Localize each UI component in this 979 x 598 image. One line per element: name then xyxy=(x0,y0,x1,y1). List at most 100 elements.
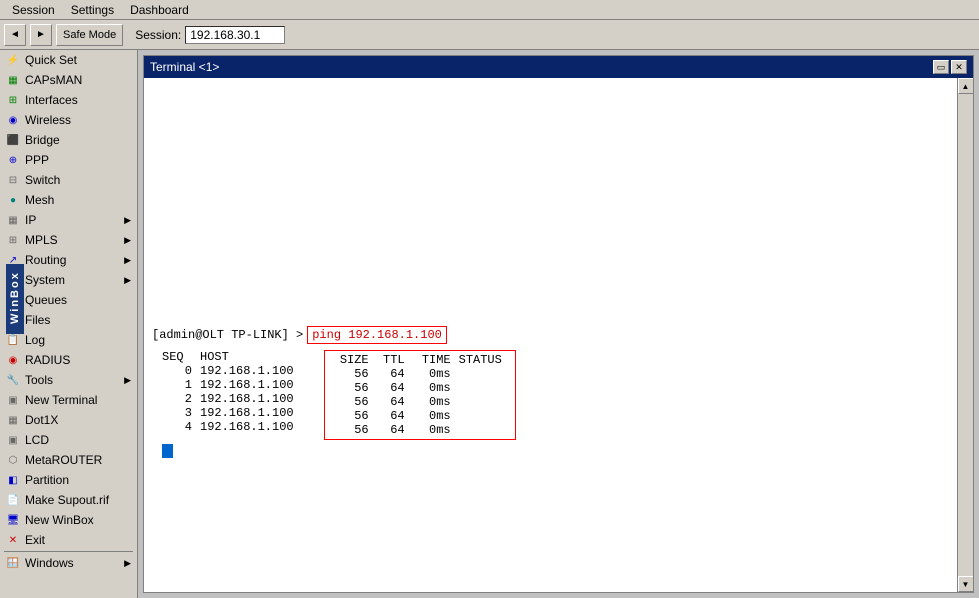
main-layout: ⚡ Quick Set ▦ CAPsMAN ⊞ Interfaces ◉ Wir… xyxy=(0,50,979,598)
time-4: 0ms xyxy=(413,423,451,437)
sidebar-label-mesh: Mesh xyxy=(25,193,54,207)
menu-settings[interactable]: Settings xyxy=(63,1,122,19)
sidebar-separator xyxy=(4,551,133,552)
sidebar-label-exit: Exit xyxy=(25,533,45,547)
time-0: 0ms xyxy=(413,367,451,381)
scroll-up-button[interactable]: ▲ xyxy=(958,78,974,94)
log-icon: 📋 xyxy=(6,333,20,347)
sidebar-item-partition[interactable]: ◧ Partition xyxy=(0,470,137,490)
command-box: ping 192.168.1.100 xyxy=(307,326,447,344)
col-header-time: TIME xyxy=(413,353,451,367)
sidebar-item-ppp[interactable]: ⊕ PPP xyxy=(0,150,137,170)
sidebar-item-radius[interactable]: ◉ RADIUS xyxy=(0,350,137,370)
content-area: Terminal <1> ▭ ✕ [admin@OLT TP-LINK] > p… xyxy=(138,50,979,598)
time-3: 0ms xyxy=(413,409,451,423)
sidebar-label-files: Files xyxy=(25,313,50,327)
scroll-down-button[interactable]: ▼ xyxy=(958,576,974,592)
terminal-restore-button[interactable]: ▭ xyxy=(933,60,949,74)
sidebar-label-make-supout: Make Supout.rif xyxy=(25,493,109,507)
sidebar-label-queues: Queues xyxy=(25,293,67,307)
stats-header: SIZE TTL TIME STATUS xyxy=(331,353,509,367)
status-2 xyxy=(459,395,509,409)
stats-row-1: 56 64 0ms xyxy=(331,381,509,395)
sidebar-item-new-terminal[interactable]: ▣ New Terminal xyxy=(0,390,137,410)
ping-results: SEQ HOST 0 192.168.1.100 1 192.168.1.100 xyxy=(162,350,949,440)
cursor xyxy=(162,444,173,458)
stats-row-2: 56 64 0ms xyxy=(331,395,509,409)
col-header-size: SIZE xyxy=(331,353,369,367)
mpls-icon: ⊞ xyxy=(6,233,20,247)
sidebar-item-switch[interactable]: ⊟ Switch xyxy=(0,170,137,190)
stats-row-3: 56 64 0ms xyxy=(331,409,509,423)
bridge-icon: ⬛ xyxy=(6,133,20,147)
ppp-icon: ⊕ xyxy=(6,153,20,167)
new-terminal-icon: ▣ xyxy=(6,393,20,407)
terminal-close-button[interactable]: ✕ xyxy=(951,60,967,74)
safe-mode-button[interactable]: Safe Mode xyxy=(56,24,123,46)
menu-session[interactable]: Session xyxy=(4,1,63,19)
terminal-content[interactable]: [admin@OLT TP-LINK] > ping 192.168.1.100… xyxy=(144,78,957,592)
exit-icon: ✕ xyxy=(6,533,20,547)
sidebar-label-system: System xyxy=(25,273,65,287)
status-3 xyxy=(459,409,509,423)
sidebar-item-make-supout[interactable]: 📄 Make Supout.rif xyxy=(0,490,137,510)
sidebar-item-dot1x[interactable]: ▦ Dot1X xyxy=(0,410,137,430)
scrollbar-track[interactable] xyxy=(958,94,973,576)
sidebar-item-exit[interactable]: ✕ Exit xyxy=(0,530,137,550)
seq-2: 2 xyxy=(162,392,192,406)
stats-row-4: 56 64 0ms xyxy=(331,423,509,437)
menu-dashboard[interactable]: Dashboard xyxy=(122,1,197,19)
ping-row-2: 2 192.168.1.100 xyxy=(162,392,294,406)
windows-arrow-icon: ▶ xyxy=(124,558,131,569)
ping-row-3: 3 192.168.1.100 xyxy=(162,406,294,420)
host-1: 192.168.1.100 xyxy=(200,378,294,392)
ttl-1: 64 xyxy=(377,381,405,395)
sidebar-item-ip[interactable]: ▦ IP ▶ xyxy=(0,210,137,230)
sidebar-item-lcd[interactable]: ▣ LCD xyxy=(0,430,137,450)
status-0 xyxy=(459,367,509,381)
terminal-body: [admin@OLT TP-LINK] > ping 192.168.1.100… xyxy=(144,78,973,592)
menu-bar: Session Settings Dashboard xyxy=(0,0,979,20)
sidebar-item-capsman[interactable]: ▦ CAPsMAN xyxy=(0,70,137,90)
sidebar-item-mpls[interactable]: ⊞ MPLS ▶ xyxy=(0,230,137,250)
ping-stats-table: SIZE TTL TIME STATUS 56 64 0ms xyxy=(324,350,516,440)
sidebar-label-capsman: CAPsMAN xyxy=(25,73,82,87)
time-1: 0ms xyxy=(413,381,451,395)
sidebar-item-new-winbox[interactable]: 🖥 New WinBox xyxy=(0,510,137,530)
quick-set-icon: ⚡ xyxy=(6,53,20,67)
cursor-line xyxy=(162,444,949,458)
sidebar-label-mpls: MPLS xyxy=(25,233,58,247)
sidebar-item-bridge[interactable]: ⬛ Bridge xyxy=(0,130,137,150)
partition-icon: ◧ xyxy=(6,473,20,487)
metarouter-icon: ⬡ xyxy=(6,453,20,467)
sidebar-item-mesh[interactable]: ● Mesh xyxy=(0,190,137,210)
system-arrow-icon: ▶ xyxy=(124,275,131,286)
sidebar-label-interfaces: Interfaces xyxy=(25,93,78,107)
mesh-icon: ● xyxy=(6,193,20,207)
windows-icon: 🪟 xyxy=(6,556,20,570)
sidebar-item-interfaces[interactable]: ⊞ Interfaces xyxy=(0,90,137,110)
sidebar-label-dot1x: Dot1X xyxy=(25,413,58,427)
sidebar-label-tools: Tools xyxy=(25,373,53,387)
lcd-icon: ▣ xyxy=(6,433,20,447)
ttl-2: 64 xyxy=(377,395,405,409)
terminal-scrollbar: ▲ ▼ xyxy=(957,78,973,592)
sidebar-item-windows[interactable]: 🪟 Windows ▶ xyxy=(0,553,137,573)
sidebar-label-metarouter: MetaROUTER xyxy=(25,453,102,467)
sidebar-item-quick-set[interactable]: ⚡ Quick Set xyxy=(0,50,137,70)
sidebar-item-wireless[interactable]: ◉ Wireless xyxy=(0,110,137,130)
back-button[interactable]: ◄ xyxy=(4,24,26,46)
prompt-line: [admin@OLT TP-LINK] > ping 192.168.1.100 xyxy=(152,326,949,344)
forward-button[interactable]: ► xyxy=(30,24,52,46)
sidebar-label-bridge: Bridge xyxy=(25,133,60,147)
seq-3: 3 xyxy=(162,406,192,420)
sidebar-item-tools[interactable]: 🔧 Tools ▶ xyxy=(0,370,137,390)
prompt-text: [admin@OLT TP-LINK] > xyxy=(152,328,303,342)
sidebar-label-new-winbox: New WinBox xyxy=(25,513,94,527)
session-value: 192.168.30.1 xyxy=(185,26,285,44)
sidebar-item-metarouter[interactable]: ⬡ MetaROUTER xyxy=(0,450,137,470)
ping-header: SEQ HOST xyxy=(162,350,294,364)
radius-icon: ◉ xyxy=(6,353,20,367)
sidebar-label-ppp: PPP xyxy=(25,153,49,167)
host-3: 192.168.1.100 xyxy=(200,406,294,420)
